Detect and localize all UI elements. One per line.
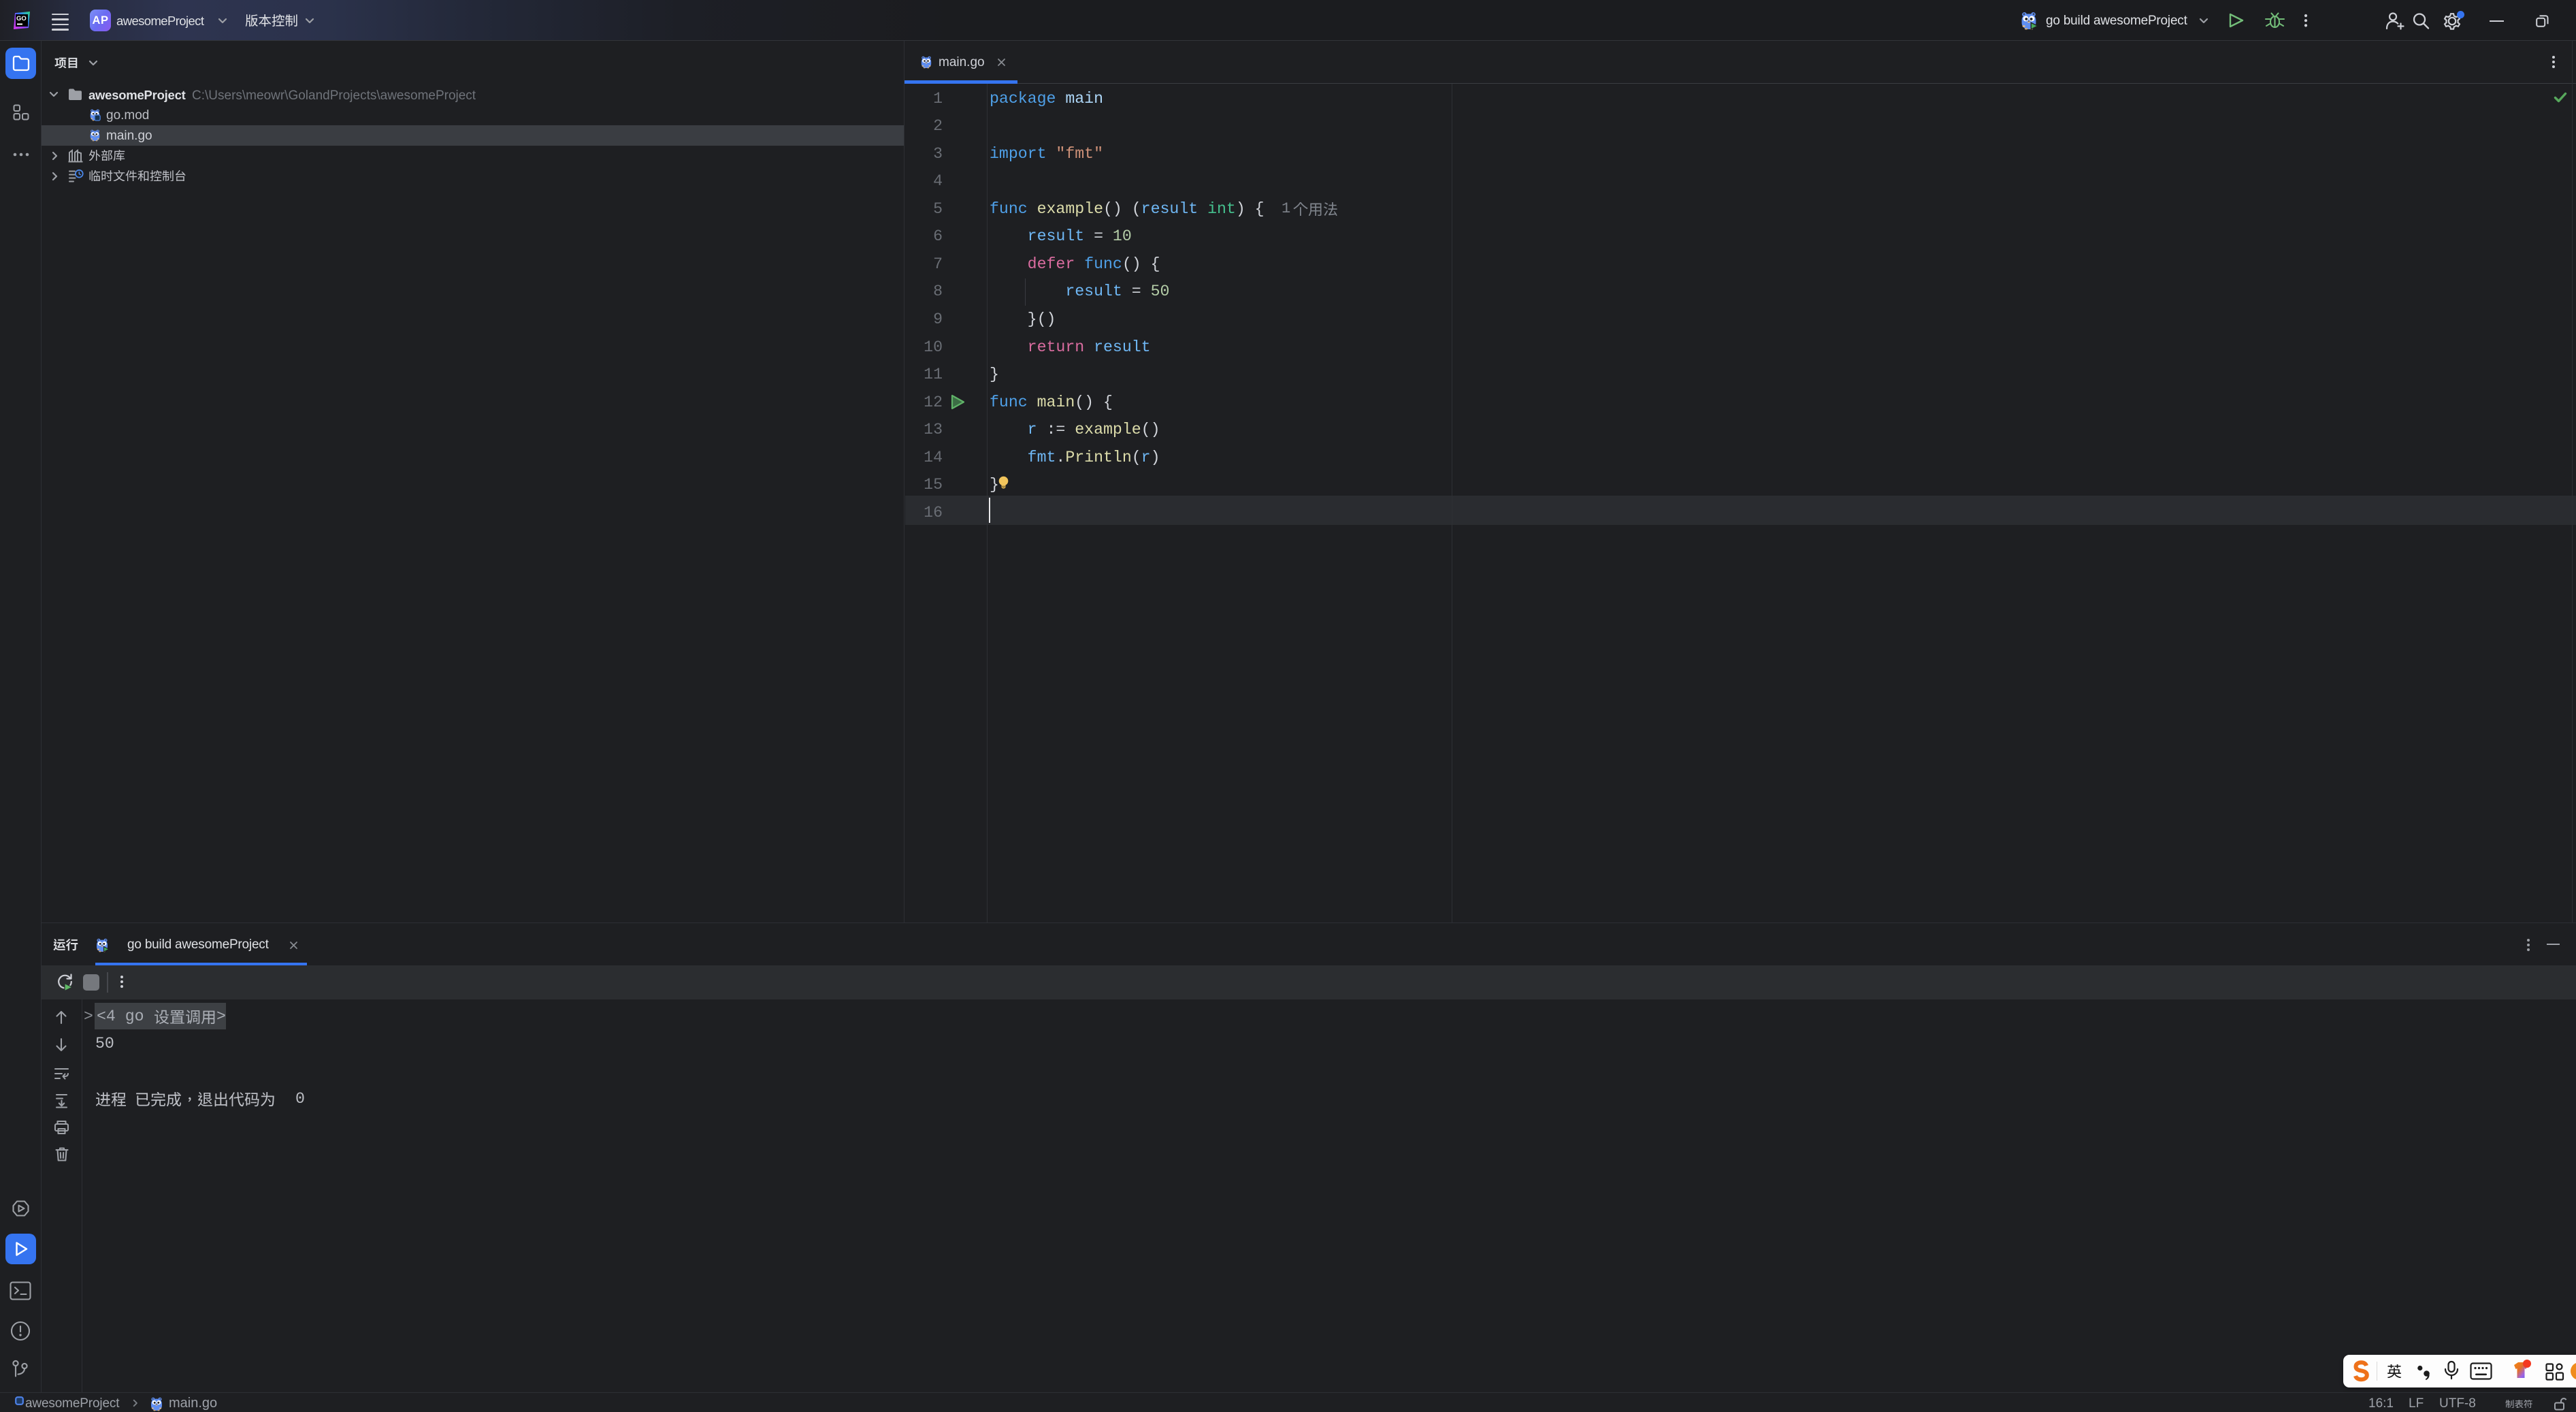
svg-text:GO: GO	[16, 15, 27, 22]
